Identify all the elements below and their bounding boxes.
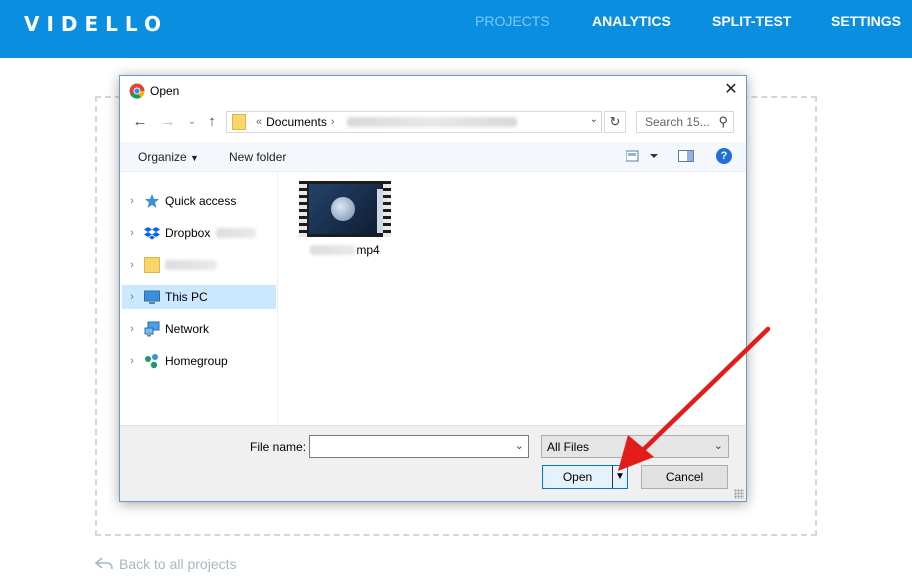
chevron-right-icon[interactable]: › bbox=[122, 355, 142, 367]
file-name: mp4 bbox=[299, 243, 391, 257]
open-options-button[interactable]: ▼ bbox=[612, 465, 628, 489]
search-input[interactable]: Search 15... ⚲ bbox=[636, 111, 734, 133]
star-icon bbox=[145, 194, 159, 208]
organize-label: Organize bbox=[138, 150, 187, 164]
breadcrumb-separator-icon[interactable]: › bbox=[331, 116, 335, 128]
dialog-toolbar: Organize ▼ New folder ? bbox=[120, 142, 746, 172]
redacted-text bbox=[310, 245, 357, 255]
video-thumbnail bbox=[299, 181, 391, 237]
caret-down-icon: ▼ bbox=[615, 471, 625, 482]
homegroup-icon bbox=[145, 354, 158, 369]
file-type-select[interactable]: All Files ⌄ bbox=[541, 435, 729, 458]
up-arrow-icon: ↑ bbox=[208, 113, 216, 130]
dialog-titlebar[interactable]: Open ✕ bbox=[120, 76, 746, 106]
chevron-right-icon[interactable]: › bbox=[122, 291, 142, 303]
view-options-icon bbox=[625, 150, 658, 162]
dropbox-icon bbox=[144, 227, 160, 240]
refresh-button[interactable]: ↻ bbox=[604, 111, 626, 133]
tree-label: Network bbox=[165, 322, 210, 336]
nav-split-test[interactable]: SPLIT-TEST bbox=[712, 13, 791, 29]
open-button[interactable]: Open bbox=[542, 465, 613, 489]
navigation-pane: › Quick access › Dropbox › › This PC › N… bbox=[120, 173, 278, 425]
nav-settings[interactable]: SETTINGS bbox=[831, 13, 901, 29]
redacted-text bbox=[216, 228, 257, 238]
file-name-input[interactable]: ⌄ bbox=[309, 435, 529, 458]
video-file-item[interactable]: mp4 bbox=[299, 181, 391, 257]
help-icon[interactable]: ? bbox=[716, 148, 732, 164]
address-overflow[interactable]: « bbox=[256, 116, 262, 128]
tree-item-homegroup[interactable]: › Homegroup bbox=[122, 349, 276, 373]
file-name-label: File name: bbox=[250, 440, 307, 454]
back-arrow-icon bbox=[95, 557, 113, 570]
organize-button[interactable]: Organize ▼ bbox=[138, 150, 199, 164]
chevron-right-icon[interactable]: › bbox=[122, 227, 142, 239]
tree-item-network[interactable]: › Network bbox=[122, 317, 276, 341]
tree-label: Dropbox bbox=[165, 226, 211, 240]
breadcrumb-redacted[interactable] bbox=[346, 117, 517, 127]
dialog-nav-row: ← → ⌄ ↑ « Documents › ⌄ ↻ Search 15... ⚲ bbox=[120, 108, 746, 138]
vidello-logo[interactable]: VIDELLO bbox=[24, 12, 168, 36]
tree-label: Homegroup bbox=[165, 354, 228, 368]
nav-projects[interactable]: PROJECTS bbox=[475, 13, 550, 29]
app-header: VIDELLO PROJECTS ANALYTICS SPLIT-TEST SE… bbox=[0, 0, 912, 58]
close-icon: ✕ bbox=[724, 81, 738, 98]
forward-button[interactable]: → bbox=[158, 112, 178, 132]
up-button[interactable]: ↑ bbox=[202, 112, 222, 132]
address-bar[interactable]: « Documents › ⌄ bbox=[226, 111, 602, 133]
tree-label: This PC bbox=[165, 290, 208, 304]
chevron-down-icon: ⌄ bbox=[187, 116, 197, 127]
search-placeholder: Search 15... bbox=[645, 115, 710, 129]
preview-pane-icon bbox=[678, 150, 694, 162]
chrome-icon bbox=[129, 83, 145, 99]
file-list: mp4 bbox=[279, 173, 746, 425]
tree-item-dropbox[interactable]: › Dropbox bbox=[122, 221, 276, 245]
file-extension: mp4 bbox=[356, 243, 380, 257]
breadcrumb-documents[interactable]: Documents bbox=[266, 115, 327, 129]
change-view-button[interactable] bbox=[625, 148, 660, 169]
forward-icon: → bbox=[160, 113, 176, 130]
resize-grip-icon[interactable] bbox=[734, 489, 744, 499]
new-folder-button[interactable]: New folder bbox=[229, 150, 286, 164]
chevron-right-icon[interactable]: › bbox=[122, 195, 142, 207]
close-button[interactable]: ✕ bbox=[716, 76, 746, 106]
back-button[interactable]: ← bbox=[130, 112, 150, 132]
folder-icon bbox=[144, 257, 160, 273]
folder-icon bbox=[232, 114, 246, 130]
chevron-right-icon[interactable]: › bbox=[122, 323, 142, 335]
chevron-down-icon[interactable]: ⌄ bbox=[515, 439, 524, 452]
chevron-right-icon[interactable]: › bbox=[122, 259, 142, 271]
file-type-value: All Files bbox=[547, 440, 590, 454]
refresh-icon: ↻ bbox=[609, 114, 621, 129]
tree-item-folder[interactable]: › bbox=[122, 253, 276, 277]
back-icon: ← bbox=[132, 113, 148, 130]
tree-item-quick-access[interactable]: › Quick access bbox=[122, 189, 276, 213]
open-file-dialog: Open ✕ ← → ⌄ ↑ « Documents › ⌄ ↻ Search … bbox=[119, 75, 747, 502]
redacted-text bbox=[165, 260, 217, 270]
preview-pane-button[interactable] bbox=[678, 148, 694, 169]
computer-icon bbox=[144, 290, 160, 304]
tree-label: Quick access bbox=[165, 194, 237, 208]
recent-locations-button[interactable]: ⌄ bbox=[182, 112, 202, 132]
tree-item-this-pc[interactable]: › This PC bbox=[122, 285, 276, 309]
cancel-button[interactable]: Cancel bbox=[641, 465, 728, 489]
dialog-footer: File name: ⌄ All Files ⌄ Open ▼ Cancel bbox=[120, 425, 746, 501]
dialog-title: Open bbox=[150, 84, 180, 98]
network-icon bbox=[144, 321, 160, 337]
nav-analytics[interactable]: ANALYTICS bbox=[592, 13, 671, 29]
address-dropdown-icon[interactable]: ⌄ bbox=[590, 114, 598, 125]
back-link-label: Back to all projects bbox=[119, 556, 237, 572]
chevron-down-icon: ▼ bbox=[190, 153, 199, 163]
chevron-down-icon: ⌄ bbox=[713, 440, 723, 452]
back-to-projects-link[interactable]: Back to all projects bbox=[95, 556, 237, 572]
search-icon: ⚲ bbox=[718, 114, 728, 129]
